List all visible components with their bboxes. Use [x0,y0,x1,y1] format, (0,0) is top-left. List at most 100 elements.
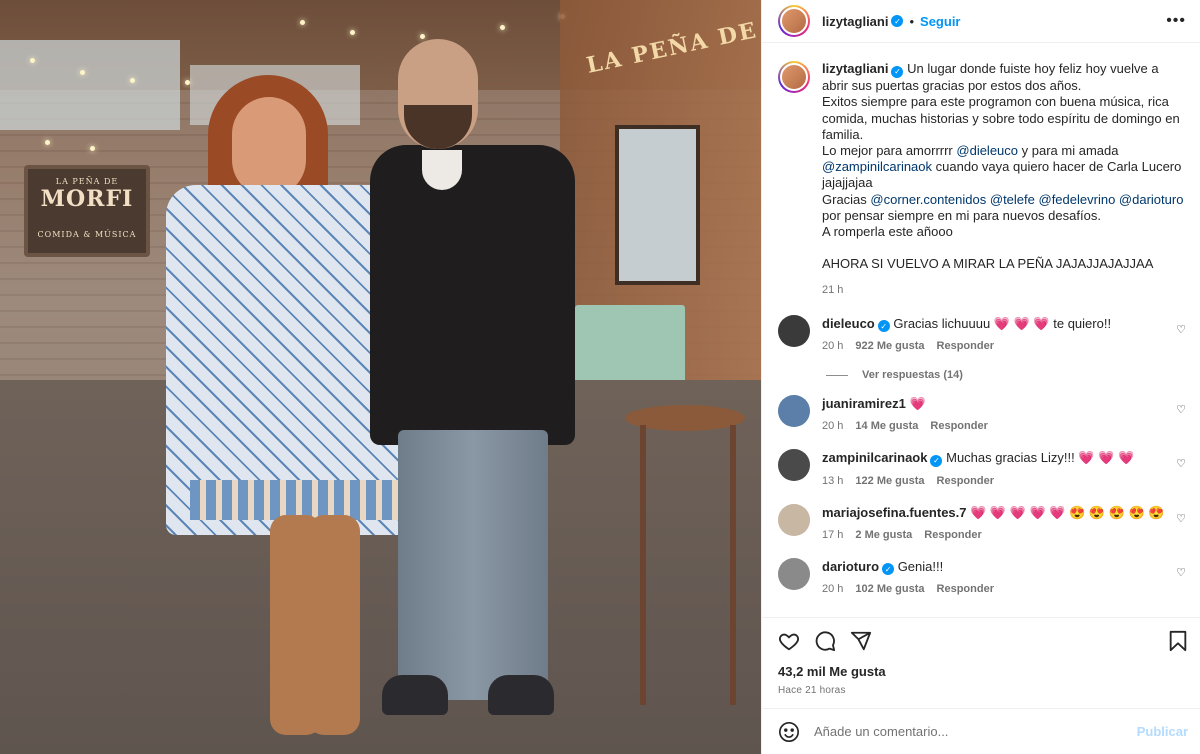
comment-username[interactable]: zampinilcarinaok [822,450,927,465]
shoe [488,675,554,715]
comment-item: zampinilcarinaok ✓ Muchas gracias Lizy!!!… [778,449,1186,490]
stool-leg [730,425,736,705]
mention-link[interactable]: @zampinilcarinaok [822,159,932,174]
separator-dot: • [909,13,915,29]
post-actions: 43,2 mil Me gusta Hace 21 horas [762,617,1200,696]
post-timestamp[interactable]: Hace 21 horas [778,685,1188,696]
comment-text: Gracias lichuuuu [893,315,991,331]
comment-input[interactable] [814,724,1123,739]
face [232,97,306,197]
caption-line: AHORA SI VUELVO A MIRAR LA PEÑA JAJAJJAJ… [822,256,1154,272]
comment-emojis: 💗 [909,396,926,412]
comment-time: 20 h [822,583,844,596]
show-sign-title: MORFI [40,186,134,212]
tee [422,150,462,190]
comment-body: darioturo ✓ Genia!!! 20 h 102 Me gusta Re… [822,558,1186,599]
share-icon[interactable] [850,630,872,652]
post-header: lizytagliani ✓ • Seguir ••• [762,0,1200,43]
like-comment-heart-icon[interactable]: ♡ [1176,403,1186,416]
instagram-post: LA PEÑA DE LA PEÑA DE MORFI COMIDA & MÚS… [0,0,1200,754]
mention-link[interactable]: @dieleuco [956,143,1018,158]
verified-icon: ✓ [877,320,890,333]
comment-avatar[interactable] [778,449,810,482]
view-replies-button[interactable]: Ver respuestas (14) [826,369,1186,381]
comment-meta: 13 h 122 Me gusta Responder [822,473,1186,490]
publish-button[interactable]: Publicar [1137,724,1188,739]
post-caption: lizytagliani ✓ Un lugar donde fuiste hoy … [778,61,1186,299]
show-sign: LA PEÑA DE MORFI COMIDA & MÚSICA [24,165,150,257]
caption-text: y para mi amada [1021,142,1119,158]
comment-likes[interactable]: 14 Me gusta [855,418,918,435]
show-sign-top: LA PEÑA DE [55,177,119,186]
caption-avatar[interactable] [778,61,810,93]
comment-likes[interactable]: 2 Me gusta [855,527,912,544]
like-comment-heart-icon[interactable]: ♡ [1176,323,1186,336]
jeans [398,430,548,700]
comment-avatar[interactable] [778,557,810,590]
mention-link[interactable]: @telefe [990,192,1035,207]
comment-username[interactable]: dieleuco [822,316,875,331]
stool-leg [640,425,646,705]
reply-button[interactable]: Responder [930,418,987,435]
boot [308,515,360,735]
more-horizontal-icon[interactable]: ••• [1166,12,1186,30]
comment-username[interactable]: darioturo [822,559,879,574]
comment-avatar[interactable] [778,395,810,428]
emoji-icon[interactable] [778,721,800,743]
comment-likes[interactable]: 102 Me gusta [855,581,924,598]
comment-icon[interactable] [814,630,836,652]
comment-likes[interactable]: 122 Me gusta [855,473,924,490]
bookmark-icon[interactable] [1168,630,1188,652]
comment-emojis: 💗 💗 💗 [993,315,1050,331]
comment-emojis: 💗 💗 💗 💗 💗 😍 😍 😍 😍 😍 [970,504,1165,520]
reply-button[interactable]: Responder [924,527,981,544]
comment-item: darioturo ✓ Genia!!! 20 h 102 Me gusta Re… [778,557,1186,599]
comment-item: mariajosefina.fuentes.7 💗 💗 💗 💗 💗 😍 😍 😍 … [778,503,1186,544]
action-icons [778,626,1188,656]
caption-text: Gracias [822,191,867,207]
comment-body: mariajosefina.fuentes.7 💗 💗 💗 💗 💗 😍 😍 😍 … [822,504,1186,544]
verified-icon: ✓ [930,454,943,467]
mention-link[interactable]: @darioturo [1119,192,1184,207]
caption-line: Gracias @corner.contenidos @telefe @fede… [822,192,1186,224]
comment-username[interactable]: mariajosefina.fuentes.7 [822,505,967,520]
likes-count[interactable]: 43,2 mil Me gusta [778,664,1188,679]
caption-line: @zampinilcarinaok cuando vaya quiero hac… [822,159,1186,191]
reply-button[interactable]: Responder [937,473,994,490]
shoe [382,675,448,715]
verified-icon: ✓ [891,66,904,79]
caption-time: 21 h [822,284,844,297]
like-comment-heart-icon[interactable]: ♡ [1176,457,1186,470]
like-comment-heart-icon[interactable]: ♡ [1176,512,1186,525]
reply-button[interactable]: Responder [937,581,994,598]
comment-avatar[interactable] [778,503,810,536]
mention-link[interactable]: @fedelevrino [1039,192,1116,207]
author-username[interactable]: lizytagliani [822,14,888,29]
author-avatar[interactable] [778,5,810,37]
view-replies-label[interactable]: Ver respuestas (14) [862,369,963,381]
comments-section[interactable]: lizytagliani ✓ Un lugar donde fuiste hoy … [762,43,1200,617]
follow-button[interactable]: Seguir [920,14,960,29]
reply-button[interactable]: Responder [937,338,994,355]
post-photo[interactable]: LA PEÑA DE LA PEÑA DE MORFI COMIDA & MÚS… [0,0,761,754]
heart-icon[interactable] [778,630,800,652]
comment-avatar[interactable] [778,314,810,347]
add-comment-bar: Publicar [762,708,1200,754]
caption-text: por pensar siempre en mi para nuevos des… [822,207,1101,223]
studio-window-right [615,125,700,285]
verified-icon: ✓ [882,563,895,576]
caption-line: A romperla este añooo [822,223,953,239]
caption-line: Exitos siempre para este programon con b… [822,94,1180,142]
comment-body: dieleuco ✓ Gracias lichuuuu 💗 💗 💗 te quie… [822,315,1186,356]
comment-item: juaniramirez1 💗 20 h 14 Me gusta Respond… [778,395,1186,435]
caption-line: Lo mejor para amorrrrr @dieleuco y para … [822,143,1186,159]
mention-link[interactable]: @corner.contenidos [870,192,986,207]
comment-body: juaniramirez1 💗 20 h 14 Me gusta Respond… [822,395,1186,435]
like-comment-heart-icon[interactable]: ♡ [1176,566,1186,579]
comment-text: Muchas gracias Lizy!!! [946,450,1075,466]
comment-likes[interactable]: 922 Me gusta [855,338,924,355]
caption-username[interactable]: lizytagliani [822,61,888,76]
shirt [370,145,575,445]
comment-username[interactable]: juaniramirez1 [822,396,906,411]
post-side-panel: lizytagliani ✓ • Seguir ••• lizytagliani… [761,0,1200,754]
